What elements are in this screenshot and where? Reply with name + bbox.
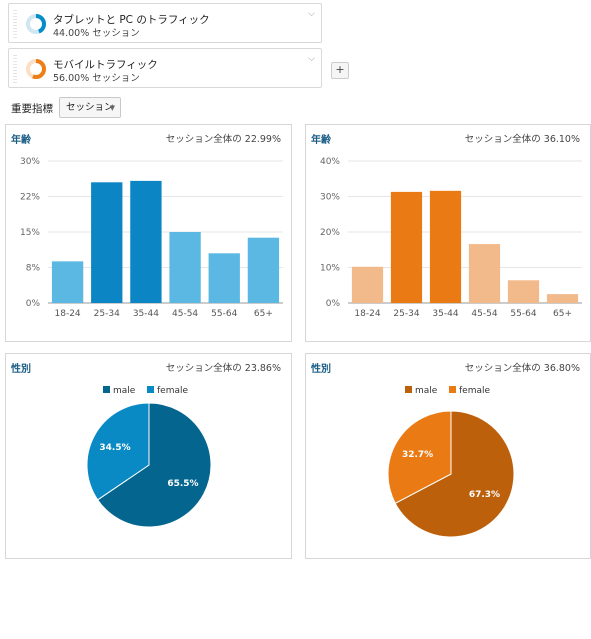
x-tick-label: 55-64	[211, 309, 237, 319]
x-tick-label: 35-44	[133, 309, 159, 319]
pie-label: 34.5%	[99, 443, 130, 453]
age-bar-chart-left: 0% 8% 15% 22% 30% 18-24 25-34 35-44 45-54 55-64 65…	[20, 157, 283, 319]
drag-handle-icon[interactable]	[13, 55, 17, 83]
chevron-down-icon[interactable]: ⌵	[308, 54, 315, 64]
bar	[208, 253, 240, 303]
y-tick-label: 0%	[326, 299, 341, 309]
age-panel-left: 年齢 セッション全体の 22.99% 0% 8% 15% 22% 30% 18-24 25-…	[5, 124, 292, 342]
add-segment-button[interactable]: +	[331, 62, 349, 79]
y-tick-label: 40%	[320, 157, 340, 167]
segment-ring-icon	[26, 14, 46, 34]
legend-swatch	[103, 386, 110, 393]
x-tick-label: 65+	[553, 309, 572, 319]
legend-swatch	[405, 386, 412, 393]
bar	[468, 244, 501, 303]
segment-card-tablet-pc[interactable]: タブレットと PC のトラフィック 44.00% セッション ⌵	[8, 3, 322, 43]
bar	[390, 191, 423, 303]
x-tick-label: 65+	[254, 309, 273, 319]
bar	[247, 237, 280, 303]
bar	[546, 294, 579, 303]
drag-handle-icon[interactable]	[13, 10, 17, 38]
bar	[169, 232, 201, 303]
chevron-down-icon[interactable]: ⌵	[308, 9, 315, 19]
legend-swatch	[449, 386, 456, 393]
legend-label: male	[113, 386, 136, 396]
empty-area	[0, 575, 591, 639]
bar	[51, 261, 84, 303]
gender-panel-right: 性別 セッション全体の 36.80% male female 67.3% 32.7%	[305, 353, 591, 559]
x-tick-label: 45-54	[172, 309, 198, 319]
pie-label: 32.7%	[402, 450, 433, 460]
caret-down-icon: ▼	[109, 104, 115, 112]
segment-share: 56.00% セッション	[53, 73, 140, 84]
x-tick-label: 35-44	[432, 309, 458, 319]
bar	[429, 190, 462, 303]
metric-label: 重要指標	[11, 103, 53, 115]
bar	[507, 280, 540, 303]
segment-ring-icon	[26, 59, 46, 79]
x-tick-label: 45-54	[471, 309, 497, 319]
y-tick-label: 20%	[320, 228, 340, 238]
metric-value: セッション	[66, 102, 114, 113]
pie-label: 65.5%	[167, 479, 198, 489]
age-bar-chart-right: 0% 10% 20% 30% 40% 18-24 25-34 35-44 45-54 55-64 6…	[320, 157, 582, 319]
y-tick-label: 15%	[20, 228, 40, 238]
x-tick-label: 25-34	[94, 309, 120, 319]
legend-swatch	[147, 386, 154, 393]
legend-label: female	[157, 386, 188, 396]
age-panel-right: 年齢 セッション全体の 36.10% 0% 10% 20% 30% 40% 18-24 25…	[305, 124, 591, 342]
y-tick-label: 8%	[26, 264, 41, 274]
gender-pie-chart-right: male female 67.3% 32.7%	[387, 386, 515, 538]
y-tick-label: 22%	[20, 193, 40, 203]
y-tick-label: 30%	[320, 193, 340, 203]
x-tick-label: 18-24	[55, 309, 81, 319]
segment-share: 44.00% セッション	[53, 28, 140, 39]
x-tick-label: 25-34	[393, 309, 419, 319]
bar	[91, 182, 123, 303]
y-tick-label: 30%	[20, 157, 40, 167]
legend-label: male	[415, 386, 438, 396]
gender-panel-left: 性別 セッション全体の 23.86% male female 65.5% 34.5%	[5, 353, 292, 559]
x-tick-label: 18-24	[354, 309, 380, 319]
bar	[130, 180, 162, 303]
legend-label: female	[459, 386, 490, 396]
x-tick-label: 55-64	[510, 309, 536, 319]
pie-label: 67.3%	[469, 490, 500, 500]
segment-card-mobile[interactable]: モバイルトラフィック 56.00% セッション ⌵	[8, 48, 322, 88]
gender-pie-chart-left: male female 65.5% 34.5%	[86, 386, 212, 528]
bar	[351, 266, 384, 303]
y-tick-label: 10%	[320, 264, 340, 274]
y-tick-label: 0%	[26, 299, 41, 309]
metric-dropdown[interactable]: セッション ▼	[59, 97, 121, 118]
